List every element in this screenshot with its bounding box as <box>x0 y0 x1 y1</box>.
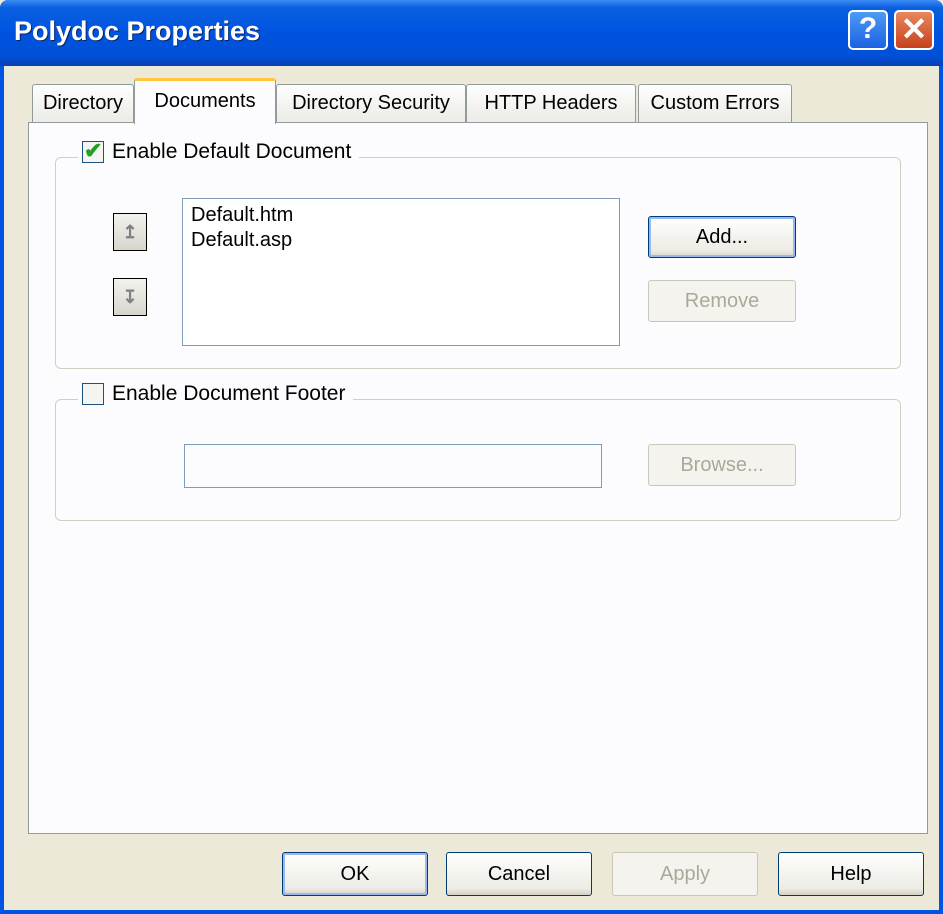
enable-default-document-label: Enable Default Document <box>112 140 352 163</box>
help-title-button[interactable]: ? <box>848 10 888 50</box>
move-down-button[interactable]: ↧ <box>113 278 147 316</box>
tab-custom-errors[interactable]: Custom Errors <box>638 84 792 122</box>
add-button[interactable]: Add... <box>648 216 796 258</box>
list-item[interactable]: Default.htm <box>191 203 611 228</box>
default-document-group: ✔ Enable Default Document ↥ ↧ Default.ht… <box>55 138 901 369</box>
tab-http-headers[interactable]: HTTP Headers <box>466 84 636 122</box>
tab-directory[interactable]: Directory <box>32 84 134 122</box>
tab-directory-security[interactable]: Directory Security <box>276 84 466 122</box>
list-item[interactable]: Default.asp <box>191 228 611 253</box>
arrow-down-icon: ↧ <box>122 287 138 307</box>
footer-path-field[interactable] <box>184 444 602 488</box>
cancel-button[interactable]: Cancel <box>446 852 592 896</box>
documents-panel: ✔ Enable Default Document ↥ ↧ Default.ht… <box>28 122 928 834</box>
remove-button[interactable]: Remove <box>648 280 796 322</box>
move-up-button[interactable]: ↥ <box>113 213 147 251</box>
properties-window: Polydoc Properties ? ✕ Directory Documen… <box>0 0 943 914</box>
enable-document-footer-label: Enable Document Footer <box>112 382 346 405</box>
document-footer-group: Enable Document Footer Browse... <box>55 382 901 521</box>
enable-document-footer-checkbox[interactable]: Enable Document Footer <box>78 382 354 406</box>
checkmark-icon: ✔ <box>84 138 103 163</box>
window-title: Polydoc Properties <box>14 16 261 46</box>
arrow-up-icon: ↥ <box>122 222 138 242</box>
title-bar[interactable]: Polydoc Properties ? ✕ <box>0 0 943 66</box>
checkbox-box[interactable]: ✔ <box>82 138 104 163</box>
default-documents-list[interactable]: Default.htm Default.asp <box>182 198 620 346</box>
enable-default-document-checkbox[interactable]: ✔ Enable Default Document <box>78 138 360 164</box>
tab-documents[interactable]: Documents <box>134 78 276 124</box>
checkbox-box[interactable] <box>82 383 104 405</box>
apply-button[interactable]: Apply <box>612 852 758 896</box>
close-button[interactable]: ✕ <box>894 10 934 50</box>
ok-button[interactable]: OK <box>282 852 428 896</box>
browse-button[interactable]: Browse... <box>648 444 796 486</box>
help-button[interactable]: Help <box>778 852 924 896</box>
